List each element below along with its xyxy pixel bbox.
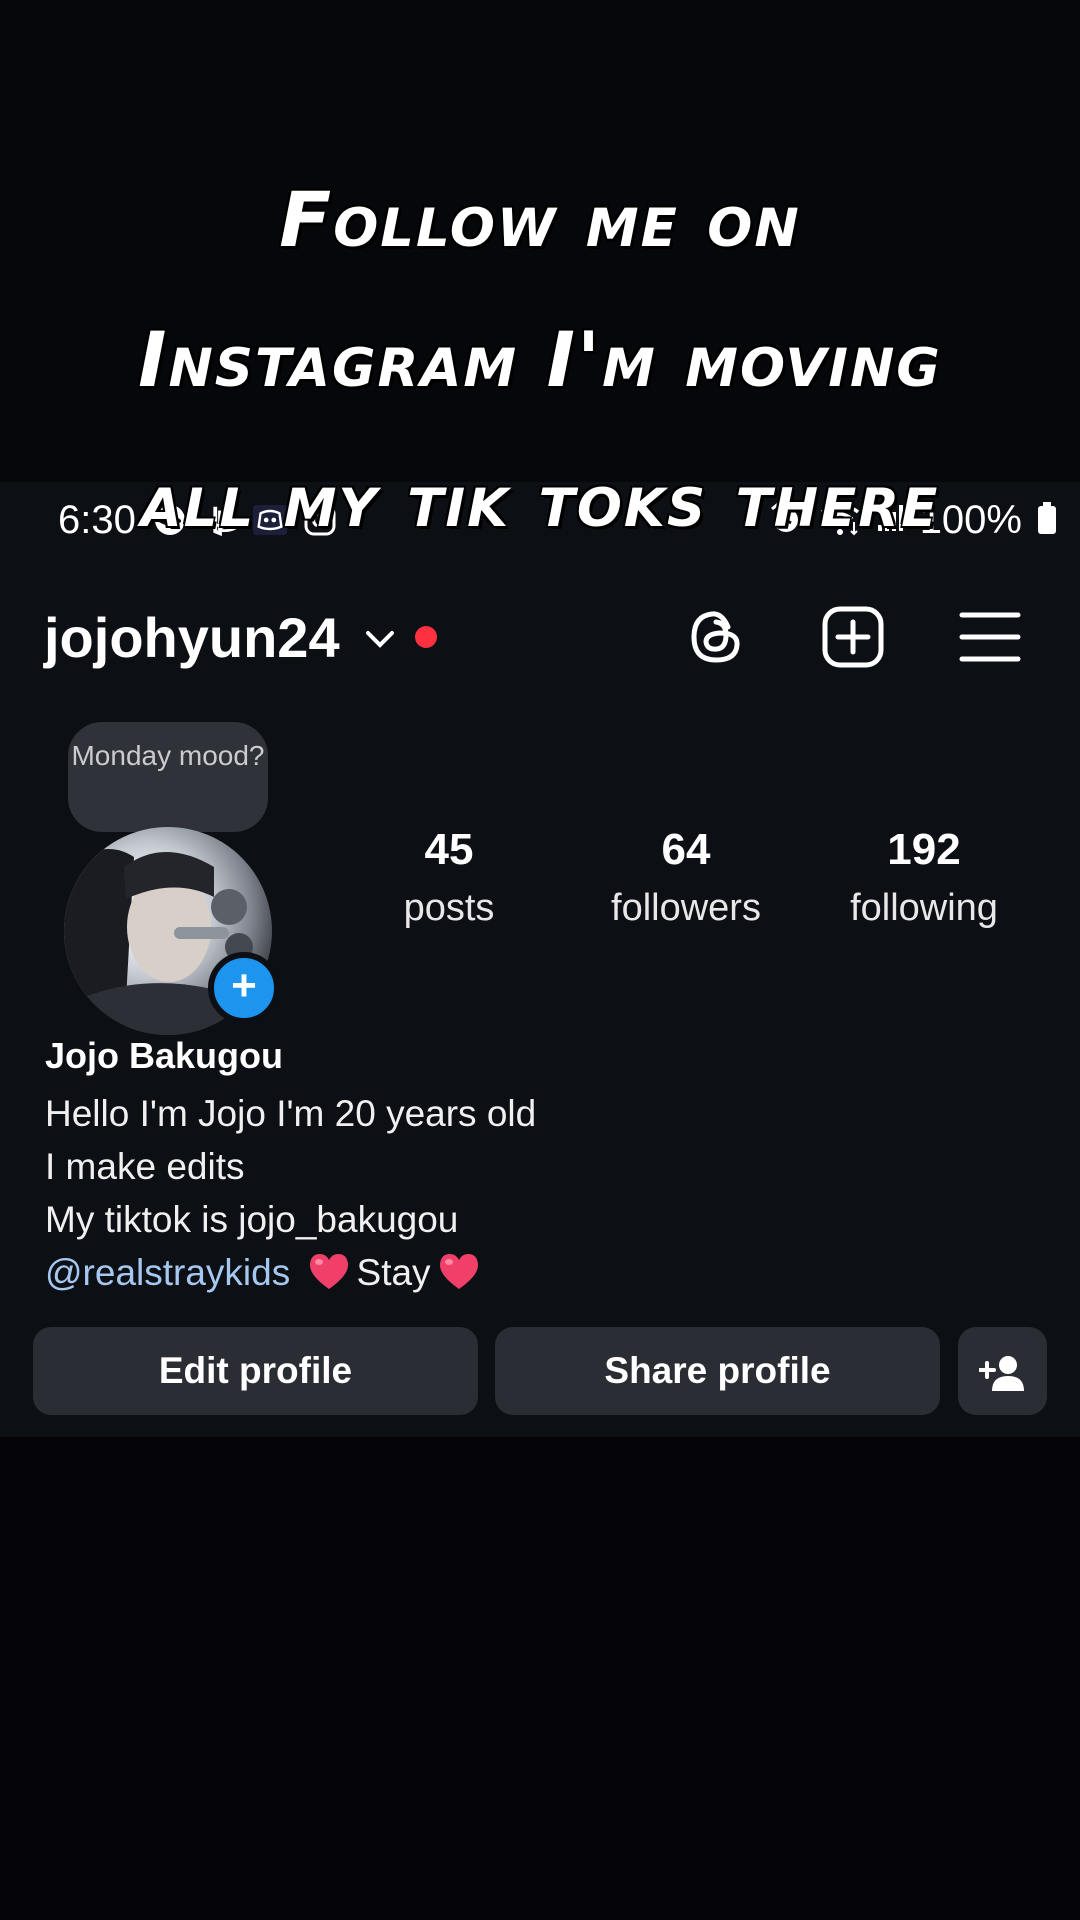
bio-line: I make edits bbox=[45, 1146, 245, 1187]
caption-overlay: Follow me on Instagram I'm moving all my… bbox=[0, 150, 1080, 570]
following-label: following bbox=[850, 887, 998, 929]
posts-count: 45 bbox=[424, 825, 474, 874]
stat-posts[interactable]: 45 posts bbox=[349, 820, 549, 936]
add-story-button[interactable]: + bbox=[208, 952, 280, 1024]
heart-icon bbox=[307, 1251, 351, 1305]
caption-line-2: Instagram I'm moving bbox=[138, 315, 942, 404]
bio-line-mention: @realstraykids Stay bbox=[45, 1246, 536, 1305]
menu-icon[interactable] bbox=[958, 605, 1022, 669]
profile-header: jojohyun24 bbox=[0, 587, 1080, 687]
following-count: 192 bbox=[887, 825, 961, 874]
profile-bio: Hello I'm Jojo I'm 20 years old I make e… bbox=[45, 1087, 536, 1305]
note-bubble[interactable]: Monday mood? bbox=[68, 722, 268, 832]
profile-full-name: Jojo Bakugou bbox=[45, 1035, 284, 1076]
share-profile-button[interactable]: Share profile bbox=[495, 1327, 940, 1415]
heart-icon bbox=[437, 1251, 481, 1305]
bio-line: Hello I'm Jojo I'm 20 years old bbox=[45, 1093, 537, 1134]
followers-label: followers bbox=[611, 887, 761, 929]
bio-tail-text: Stay bbox=[356, 1252, 431, 1293]
discover-people-button[interactable] bbox=[958, 1327, 1047, 1415]
username-switcher[interactable]: jojohyun24 bbox=[44, 605, 340, 670]
threads-icon[interactable] bbox=[684, 605, 748, 669]
caption-line-3: all my tik toks there bbox=[140, 455, 940, 544]
stat-following[interactable]: 192 following bbox=[824, 820, 1024, 936]
mention-link[interactable]: @realstraykids bbox=[45, 1252, 290, 1293]
add-person-icon bbox=[977, 1356, 1024, 1392]
posts-label: posts bbox=[403, 887, 495, 929]
stat-followers[interactable]: 64 followers bbox=[586, 820, 786, 936]
chevron-down-icon[interactable] bbox=[362, 627, 398, 656]
create-icon[interactable] bbox=[821, 605, 885, 669]
followers-count: 64 bbox=[661, 825, 711, 874]
instagram-profile-screen: 6:30 100% jojohyun24 Monday mood? + 45 p… bbox=[0, 482, 1080, 1437]
edit-profile-button[interactable]: Edit profile bbox=[33, 1327, 478, 1415]
bio-line: My tiktok is jojo_bakugou bbox=[45, 1199, 459, 1240]
caption-line-1: Follow me on bbox=[279, 175, 801, 264]
live-indicator-dot bbox=[415, 626, 437, 648]
